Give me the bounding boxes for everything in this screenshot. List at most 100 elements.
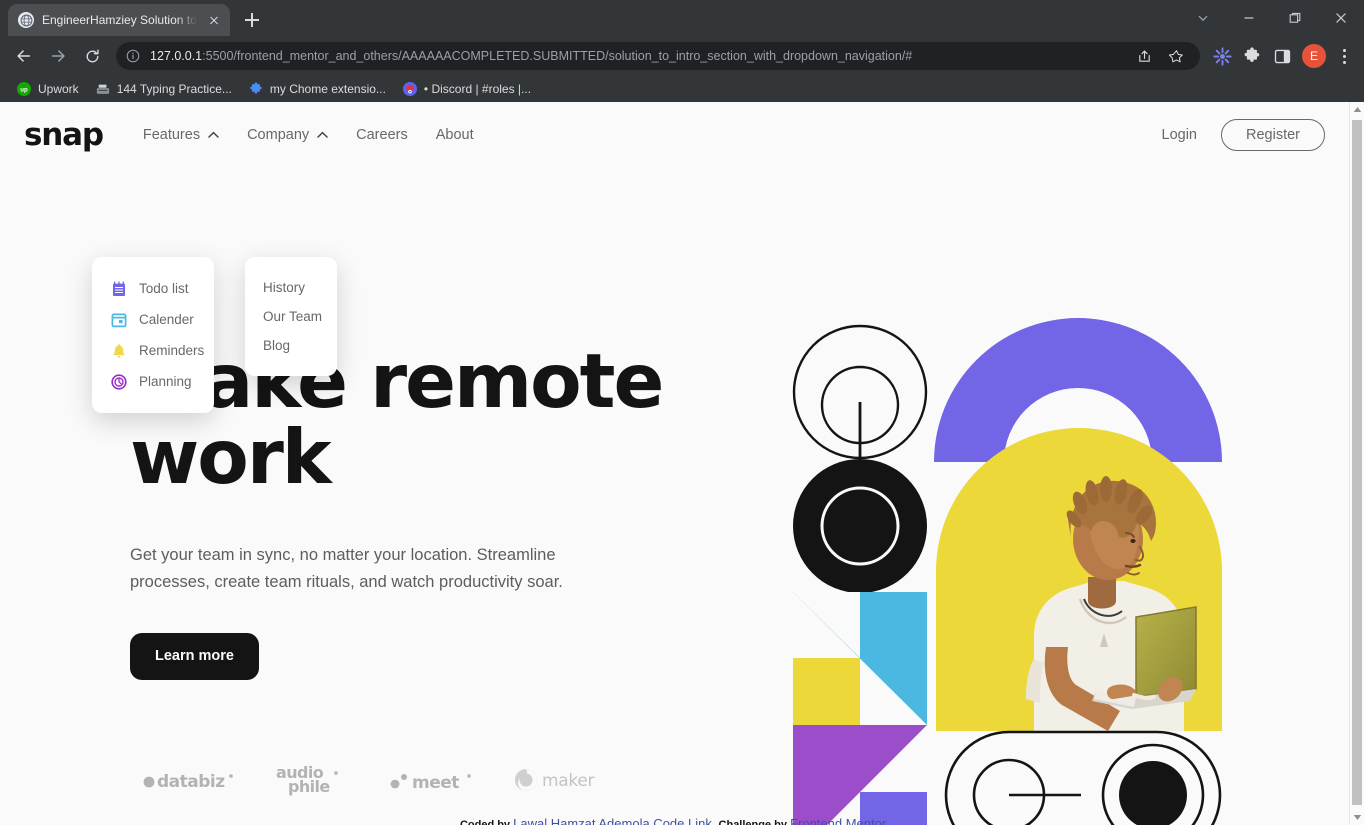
dropdown-item-label: Our Team <box>263 309 323 324</box>
company-dropdown-menu: History Our Team Blog <box>245 257 337 376</box>
client-logo-databiz: databiz <box>142 767 234 796</box>
address-bar[interactable]: 127.0.0.1:5500/frontend_mentor_and_other… <box>116 42 1200 70</box>
url-host: 127.0.0.1 <box>150 49 203 63</box>
nav-links: Features Company Careers About <box>143 127 474 143</box>
scroll-down-arrow-icon[interactable] <box>1350 810 1364 825</box>
puzzle-extensions-icon[interactable] <box>1238 42 1266 70</box>
svg-text:meet: meet <box>412 773 459 791</box>
nav-auth: Login Register <box>1162 118 1325 152</box>
client-logo-maker: maker <box>514 766 606 797</box>
svg-text:databiz: databiz <box>157 772 225 791</box>
new-tab-button[interactable] <box>238 6 266 34</box>
browser-tab[interactable]: EngineerHamziey Solution to Intr <box>8 4 230 36</box>
dropdown-item-history[interactable]: History <box>245 273 337 302</box>
dropdown-item-label: Reminders <box>139 343 205 358</box>
dropdown-item-label: Blog <box>263 338 291 353</box>
close-icon[interactable] <box>1318 0 1364 36</box>
dropdown-item-label: Todo list <box>139 281 189 296</box>
bookmark-discord[interactable]: • Discord | #roles |... <box>396 79 537 99</box>
omnibox-actions <box>1130 42 1190 70</box>
clock-icon <box>110 373 127 390</box>
url-path: :5500/frontend_mentor_and_others/AAAAAAC… <box>202 49 913 63</box>
side-panel-icon[interactable] <box>1268 42 1296 70</box>
chevron-down-icon[interactable] <box>1180 0 1226 36</box>
dropdown-item-planning[interactable]: Planning <box>92 366 214 397</box>
minimize-icon[interactable] <box>1226 0 1272 36</box>
star-icon[interactable] <box>1162 42 1190 70</box>
page-viewport: snap Features Company Careers About Logi… <box>0 102 1364 825</box>
chevron-up-icon <box>317 127 328 143</box>
nav-item-company[interactable]: Company <box>247 127 328 143</box>
nav-label: Company <box>247 127 310 143</box>
site-navigation: snap Features Company Careers About Logi… <box>0 102 1349 168</box>
dropdown-item-label: Calender <box>139 312 194 327</box>
bookmark-chrome-extension[interactable]: my Chome extensio... <box>242 79 392 99</box>
globe-icon <box>18 12 34 28</box>
maximize-icon[interactable] <box>1272 0 1318 36</box>
dropdown-item-label: Planning <box>139 374 192 389</box>
puzzle-icon <box>248 81 264 97</box>
todo-list-icon <box>110 280 127 297</box>
dropdown-item-reminders[interactable]: Reminders <box>92 335 214 366</box>
hero-copy: Make remote work Get your team in sync, … <box>130 343 730 680</box>
url-text: 127.0.0.1:5500/frontend_mentor_and_other… <box>150 49 1122 63</box>
client-logos: databiz audio phile meet maker <box>142 762 606 801</box>
dropdown-item-calender[interactable]: Calender <box>92 304 214 335</box>
svg-text:phile: phile <box>288 777 330 796</box>
site-logo[interactable]: snap <box>24 117 104 153</box>
learn-more-button[interactable]: Learn more <box>130 633 259 680</box>
hero-subtitle: Get your team in sync, no matter your lo… <box>130 546 563 591</box>
bell-icon <box>110 342 127 359</box>
back-arrow-icon[interactable] <box>8 40 40 72</box>
features-dropdown-menu: Todo list Calender Reminders Planning <box>92 257 214 413</box>
dropdown-item-todo-list[interactable]: Todo list <box>92 273 214 304</box>
window-controls <box>1180 0 1364 36</box>
bookmark-label: my Chome extensio... <box>269 82 386 96</box>
bookmark-label: Upwork <box>38 82 79 96</box>
upwork-icon: up <box>16 81 32 97</box>
bookmarks-bar: up Upwork 144 Typing Practice... my Chom… <box>0 76 1364 102</box>
coded-by-label: Coded by <box>459 819 511 825</box>
page-title: Make remote work <box>130 343 730 495</box>
tab-strip: EngineerHamziey Solution to Intr <box>0 0 1364 36</box>
page-scrollbar[interactable] <box>1349 102 1364 825</box>
nav-label: About <box>435 127 474 143</box>
svg-text:maker: maker <box>542 771 594 791</box>
bookmark-label: 144 Typing Practice... <box>116 82 232 96</box>
bookmark-upwork[interactable]: up Upwork <box>10 79 85 99</box>
nav-item-careers[interactable]: Careers <box>356 127 408 143</box>
challenge-by-label: Challenge by <box>718 819 787 825</box>
dropdown-item-our-team[interactable]: Our Team <box>245 302 337 331</box>
scroll-up-arrow-icon[interactable] <box>1350 102 1364 117</box>
hero-illustration <box>788 307 1222 825</box>
hero-title-line2: work <box>130 413 332 501</box>
web-page: snap Features Company Careers About Logi… <box>0 102 1349 825</box>
nav-item-features[interactable]: Features <box>143 127 219 143</box>
share-icon[interactable] <box>1130 42 1158 70</box>
close-icon[interactable] <box>206 12 222 28</box>
browser-window: EngineerHamziey Solution to Intr <box>0 0 1364 825</box>
kebab-menu-icon[interactable] <box>1332 42 1356 70</box>
register-button[interactable]: Register <box>1221 118 1325 152</box>
frontend-mentor-link[interactable]: Frontend Mentor. <box>790 816 889 825</box>
forward-arrow-icon[interactable] <box>42 40 74 72</box>
nav-label: Careers <box>356 127 408 143</box>
typing-icon <box>95 81 111 97</box>
nav-label: Features <box>142 127 201 143</box>
browser-toolbar: 127.0.0.1:5500/frontend_mentor_and_other… <box>0 36 1364 76</box>
bookmark-typing-practice[interactable]: 144 Typing Practice... <box>89 79 238 99</box>
flower-extension-icon[interactable] <box>1208 42 1236 70</box>
discord-icon <box>402 81 418 97</box>
author-link[interactable]: Lawal Hamzat Ademola Code Link. <box>513 816 715 825</box>
scrollbar-thumb[interactable] <box>1352 120 1362 805</box>
nav-item-about[interactable]: About <box>436 127 474 143</box>
profile-avatar[interactable]: E <box>1302 44 1326 68</box>
attribution: Coded by Lawal Hamzat Ademola Code Link.… <box>0 816 1349 825</box>
reload-icon[interactable] <box>76 40 108 72</box>
client-logo-meet: meet <box>390 767 472 796</box>
dropdown-item-label: History <box>263 280 306 295</box>
login-link[interactable]: Login <box>1162 127 1197 143</box>
info-circle-icon[interactable] <box>126 49 142 63</box>
chevron-up-icon <box>208 127 219 143</box>
dropdown-item-blog[interactable]: Blog <box>245 331 337 360</box>
